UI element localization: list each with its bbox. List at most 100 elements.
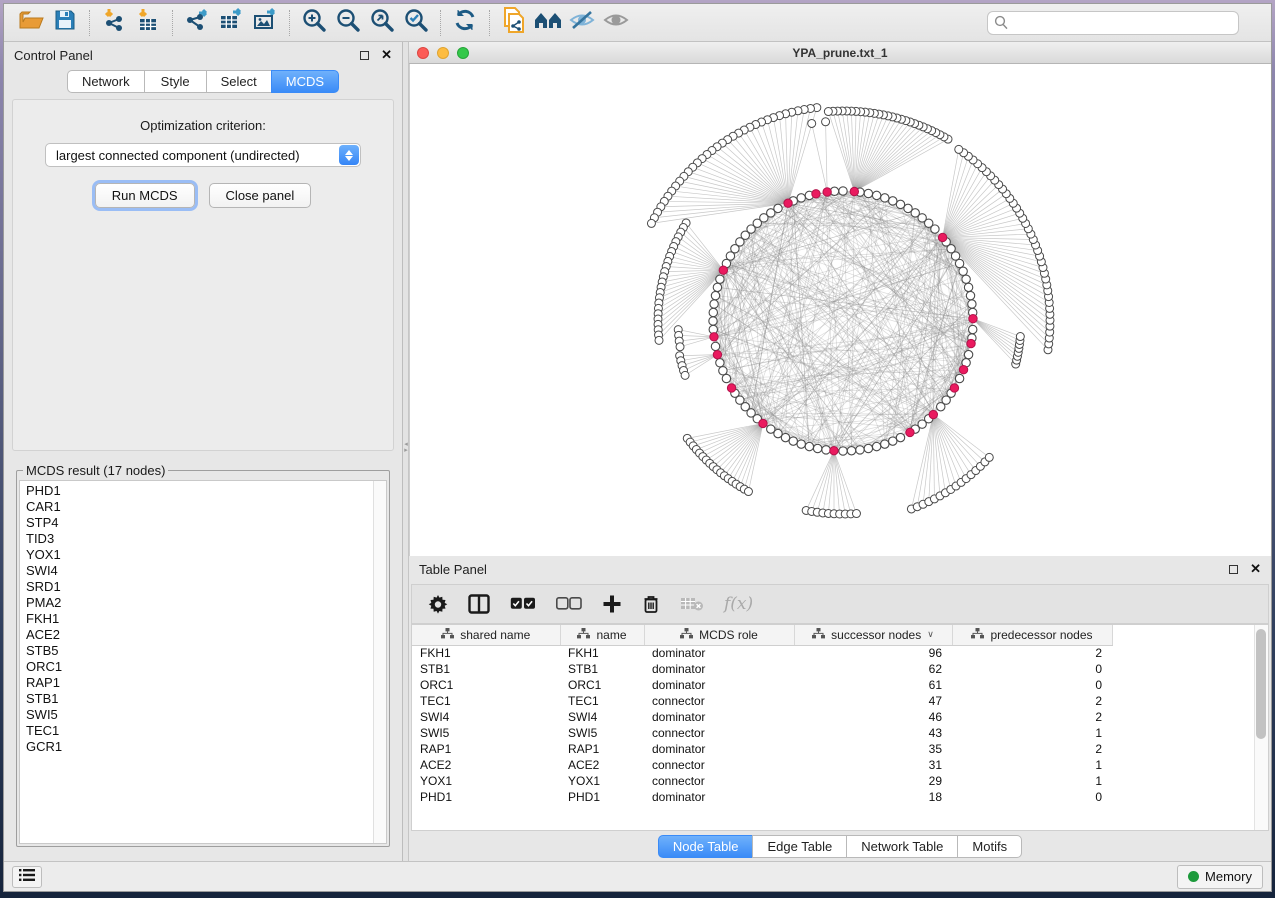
mcds-result-item[interactable]: GCR1 [26, 739, 386, 755]
graph-hub-node[interactable] [710, 333, 718, 341]
table-cell[interactable]: TEC1 [412, 693, 560, 709]
tab-network[interactable]: Network [67, 70, 144, 93]
table-row[interactable]: SWI5SWI5connector431 [412, 725, 1112, 741]
table-cell[interactable]: YOX1 [560, 773, 644, 789]
mcds-result-item[interactable]: FKH1 [26, 611, 386, 627]
table-cell[interactable]: ORC1 [412, 677, 560, 693]
sort-indicator-icon[interactable]: ∨ [927, 629, 934, 640]
search-input[interactable] [987, 11, 1239, 35]
table-cell[interactable]: TEC1 [560, 693, 644, 709]
table-cell[interactable]: 2 [952, 741, 1112, 757]
table-cell[interactable]: dominator [644, 741, 794, 757]
table-cell[interactable]: SWI4 [412, 709, 560, 725]
graph-node[interactable] [881, 194, 889, 202]
table-row[interactable]: FKH1FKH1dominator962 [412, 645, 1112, 661]
table-cell[interactable]: 18 [794, 789, 952, 805]
mcds-result-item[interactable]: ORC1 [26, 659, 386, 675]
tab-network-table[interactable]: Network Table [846, 835, 957, 858]
mcds-result-item[interactable]: PHD1 [26, 483, 386, 499]
table-cell[interactable]: SWI4 [560, 709, 644, 725]
run-mcds-button[interactable]: Run MCDS [95, 183, 195, 208]
graph-node[interactable] [709, 317, 717, 325]
close-window-icon[interactable] [417, 47, 429, 59]
close-panel-icon[interactable]: ✕ [381, 47, 392, 63]
refresh-button[interactable] [448, 8, 482, 38]
table-cell[interactable]: 2 [952, 709, 1112, 725]
tab-edge-table[interactable]: Edge Table [752, 835, 846, 858]
table-cell[interactable]: dominator [644, 661, 794, 677]
float-table-panel-icon[interactable] [1229, 565, 1238, 574]
graph-node[interactable] [896, 200, 904, 208]
table-row[interactable]: ACE2ACE2connector311 [412, 757, 1112, 773]
table-cell[interactable]: FKH1 [560, 645, 644, 661]
import-network-button[interactable] [97, 8, 131, 38]
table-cell[interactable]: 1 [952, 757, 1112, 773]
table-cell[interactable]: 2 [952, 693, 1112, 709]
graph-node[interactable] [955, 374, 963, 382]
table-cell[interactable]: PHD1 [412, 789, 560, 805]
copy-network-button[interactable] [497, 8, 531, 38]
graph-node[interactable] [856, 446, 864, 454]
tab-mcds[interactable]: MCDS [271, 70, 339, 93]
graph-hub-node[interactable] [850, 187, 858, 195]
network-canvas[interactable] [409, 64, 1271, 556]
graph-leaf-node[interactable] [647, 219, 655, 227]
panel-splitter[interactable]: ◂▸ [403, 42, 409, 861]
graph-hub-node[interactable] [812, 190, 820, 198]
graph-node[interactable] [709, 308, 717, 316]
network-window-titlebar[interactable]: YPA_prune.txt_1 [409, 42, 1271, 64]
graph-node[interactable] [889, 197, 897, 205]
add-icon[interactable] [602, 594, 622, 614]
table-cell[interactable]: 35 [794, 741, 952, 757]
table-row[interactable]: TEC1TEC1connector472 [412, 693, 1112, 709]
table-cell[interactable]: RAP1 [560, 741, 644, 757]
graph-hub-node[interactable] [830, 446, 838, 454]
graph-node[interactable] [881, 440, 889, 448]
table-cell[interactable]: 31 [794, 757, 952, 773]
graph-node[interactable] [889, 437, 897, 445]
graph-hub-node[interactable] [719, 266, 727, 274]
graph-leaf-node[interactable] [985, 453, 993, 461]
float-panel-icon[interactable] [360, 51, 369, 60]
mcds-result-item[interactable]: STB5 [26, 643, 386, 659]
table-cell[interactable]: 0 [952, 661, 1112, 677]
graph-leaf-node[interactable] [824, 108, 832, 116]
tab-node-table[interactable]: Node Table [658, 835, 753, 858]
graph-node[interactable] [864, 189, 872, 197]
table-cell[interactable]: 1 [952, 725, 1112, 741]
table-cell[interactable]: connector [644, 773, 794, 789]
minimize-window-icon[interactable] [437, 47, 449, 59]
table-cell[interactable]: SWI5 [560, 725, 644, 741]
graph-hub-node[interactable] [969, 315, 977, 323]
export-image-button[interactable] [248, 8, 282, 38]
table-cell[interactable]: 46 [794, 709, 952, 725]
table-cell[interactable]: 47 [794, 693, 952, 709]
graph-node[interactable] [789, 437, 797, 445]
tab-motifs[interactable]: Motifs [957, 835, 1022, 858]
table-cell[interactable]: 1 [952, 773, 1112, 789]
graph-node[interactable] [797, 440, 805, 448]
graph-node[interactable] [711, 342, 719, 350]
graph-leaf-node[interactable] [1016, 333, 1024, 341]
mcds-result-item[interactable]: STP4 [26, 515, 386, 531]
table-cell[interactable]: ACE2 [412, 757, 560, 773]
graph-node[interactable] [959, 267, 967, 275]
list-scrollbar[interactable] [373, 481, 386, 843]
open-file-button[interactable] [14, 8, 48, 38]
tab-select[interactable]: Select [206, 70, 271, 93]
splitter-arrows-icon[interactable]: ◂▸ [403, 442, 409, 454]
graph-hub-node[interactable] [959, 365, 967, 373]
mcds-result-item[interactable]: SWI4 [26, 563, 386, 579]
delete-icon[interactable] [642, 594, 660, 614]
graph-leaf-node[interactable] [822, 118, 830, 126]
graph-node[interactable] [722, 374, 730, 382]
table-cell[interactable]: STB1 [412, 661, 560, 677]
graph-node[interactable] [872, 191, 880, 199]
zoom-fit-button[interactable] [365, 8, 399, 38]
table-row[interactable]: STB1STB1dominator620 [412, 661, 1112, 677]
table-cell[interactable]: 0 [952, 789, 1112, 805]
column-header-MCDS-role[interactable]: MCDS role [644, 625, 794, 645]
graph-node[interactable] [710, 300, 718, 308]
table-cell[interactable]: YOX1 [412, 773, 560, 789]
graph-node[interactable] [962, 275, 970, 283]
